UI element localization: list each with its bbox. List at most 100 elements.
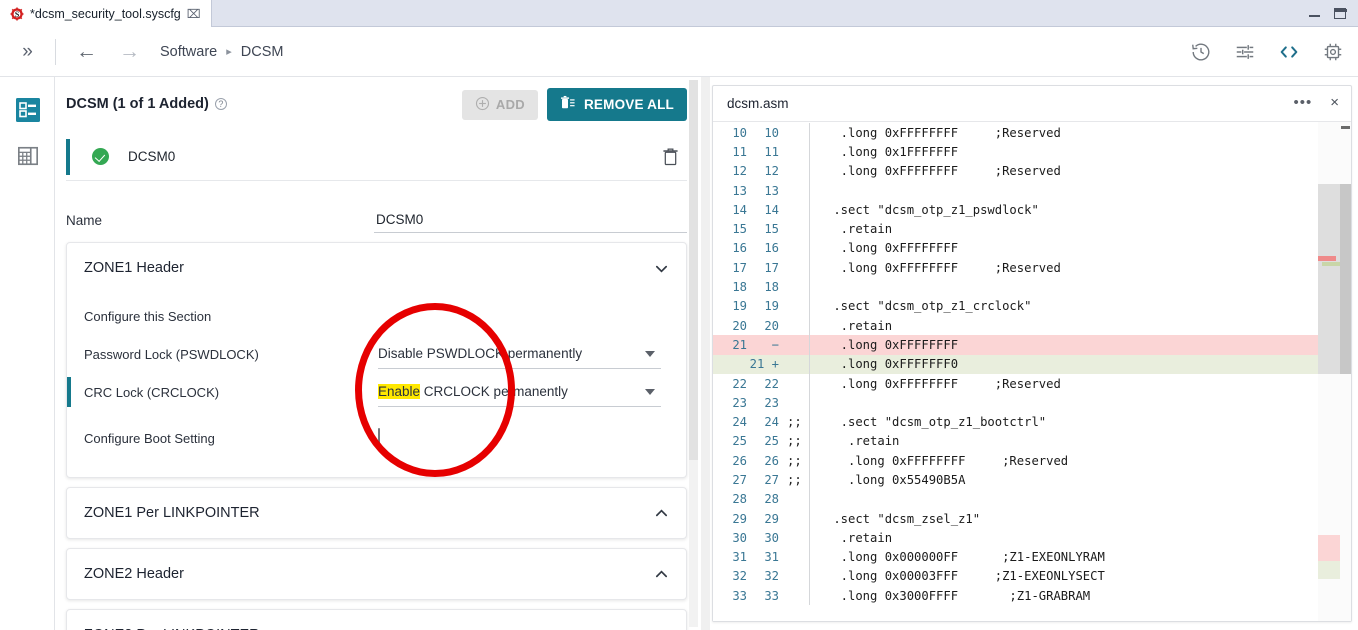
gutter-divider	[809, 180, 810, 201]
editor-header: dcsm.asm ••• ×	[713, 86, 1351, 122]
editor-tab-syscfg[interactable]: S *dcsm_security_tool.syscfg ⌧	[0, 0, 212, 27]
tab-close-icon[interactable]: ⌧	[187, 8, 201, 20]
filter-sliders-icon[interactable]	[1234, 41, 1256, 63]
crclock-value-rest: CRCLOCK permanently	[420, 384, 568, 399]
window-controls	[1309, 0, 1352, 27]
instance-row-dcsm0[interactable]: DCSM0	[66, 133, 687, 181]
code-line[interactable]: 17 17 .long 0xFFFFFFFF ;Reserved	[713, 258, 1351, 278]
editor-body: 10 10 .long 0xFFFFFFFF ;Reserved 11 11 .lon…	[713, 122, 1351, 621]
boot-setting-checkbox[interactable]	[378, 428, 380, 447]
line-number-old: 17	[732, 260, 747, 275]
code-line[interactable]: 30 30 .retain	[713, 528, 1351, 548]
accordion-zone1-header: ZONE1 Header Configure this Section Pass…	[66, 242, 687, 478]
line-number-new: 20	[764, 318, 779, 333]
crclock-select[interactable]: Enable CRCLOCK permanently	[378, 377, 661, 407]
maximize-button[interactable]	[1334, 8, 1347, 19]
sidebar-item-blocks-view[interactable]	[0, 89, 55, 135]
breadcrumb-item-dcsm[interactable]: DCSM	[241, 44, 284, 60]
line-number-old: 11	[732, 144, 747, 159]
line-number-old: 31	[732, 550, 747, 565]
name-input[interactable]	[374, 212, 687, 233]
chevron-up-icon[interactable]	[654, 506, 669, 521]
chevron-up-icon[interactable]	[654, 567, 669, 582]
add-button-label: ADD	[495, 97, 525, 112]
chip-settings-icon[interactable]	[1322, 41, 1344, 63]
history-icon[interactable]	[1190, 41, 1212, 63]
remove-all-button[interactable]: REMOVE ALL	[546, 88, 687, 121]
code-line[interactable]: 18 18	[713, 277, 1351, 297]
accordion-header-zone2-linkpointer[interactable]: ZONE2 Per LINKPOINTER	[67, 610, 686, 630]
breadcrumb-item-software[interactable]: Software	[160, 44, 217, 60]
accordion-header-zone1-linkpointer[interactable]: ZONE1 Per LINKPOINTER	[67, 488, 686, 538]
code-text: .long 0xFFFFFFFF	[826, 241, 959, 256]
chevron-down-icon	[645, 388, 655, 395]
trash-list-icon	[560, 95, 576, 114]
code-line[interactable]: 20 20 .retain	[713, 315, 1351, 336]
code-line[interactable]: 21 − .long 0xFFFFFFFF	[713, 335, 1351, 355]
line-number-old: 24	[732, 415, 747, 430]
help-icon[interactable]: ?	[214, 98, 227, 110]
accordion-header-zone2-header[interactable]: ZONE2 Header	[67, 549, 686, 599]
line-number-new: 11	[764, 144, 779, 159]
add-button[interactable]: ADD	[461, 89, 538, 120]
expand-menu-button[interactable]: »	[0, 27, 55, 76]
code-line[interactable]: 16 16 .long 0xFFFFFFFF	[713, 238, 1351, 259]
code-line[interactable]: 25 25;; .retain	[713, 431, 1351, 452]
line-number-old: 12	[732, 164, 747, 179]
more-options-icon[interactable]: •••	[1293, 95, 1312, 110]
pswdlock-select[interactable]: Disable PSWDLOCK permanently	[378, 339, 661, 369]
code-line[interactable]: 28 28	[713, 489, 1351, 509]
line-number-old: 15	[732, 222, 747, 237]
code-line[interactable]: 32 32 .long 0x00003FFF ;Z1-EXEONLYSECT	[713, 566, 1351, 587]
code-line[interactable]: 27 27;; .long 0x55490B5A	[713, 470, 1351, 490]
panel-splitter[interactable]	[701, 77, 710, 630]
code-line[interactable]: 31 31 .long 0x000000FF ;Z1-EXEONLYRAM	[713, 547, 1351, 567]
line-number-new: 22	[764, 376, 779, 391]
code-line[interactable]: 23 23	[713, 393, 1351, 413]
code-line[interactable]: 14 14 .sect "dcsm_otp_z1_pswdlock"	[713, 200, 1351, 220]
code-line[interactable]: 19 19 .sect "dcsm_otp_z1_crclock"	[713, 296, 1351, 316]
line-number-old: 27	[732, 472, 747, 487]
scrollbar-thumb[interactable]	[689, 80, 698, 460]
code-line[interactable]: 15 15 .retain	[713, 219, 1351, 239]
sidebar-item-table-view[interactable]	[0, 135, 55, 181]
field-row-crclock: CRC Lock (CRCLOCK) Enable CRCLOCK perman…	[67, 373, 686, 411]
line-number-new: 17	[764, 260, 779, 275]
code-text: .sect "dcsm_zsel_z1"	[826, 511, 981, 526]
code-line[interactable]: 13 13	[713, 180, 1351, 201]
accordion-zone2-header: ZONE2 Header	[66, 548, 687, 600]
accordion-header-zone1-header[interactable]: ZONE1 Header	[67, 243, 686, 293]
code-text: .long 0xFFFFFFFF ;Reserved	[826, 260, 1061, 275]
code-brackets-icon[interactable]	[1278, 41, 1300, 63]
back-button[interactable]: ←	[76, 41, 97, 62]
svg-text:S: S	[15, 9, 20, 18]
line-number-old: 14	[732, 202, 747, 217]
code-line[interactable]: 21 + .long 0xFFFFFFF0	[713, 354, 1351, 374]
code-text: .retain	[826, 434, 900, 449]
code-text: .long 0xFFFFFFFF ;Reserved	[826, 164, 1061, 179]
code-line[interactable]: 12 12 .long 0xFFFFFFFF ;Reserved	[713, 161, 1351, 181]
editor-scrollbar-thumb[interactable]	[1340, 184, 1351, 374]
instance-accent-bar	[66, 139, 70, 175]
page-title: DCSM (1 of 1 Added)	[66, 96, 209, 112]
close-icon[interactable]: ×	[1330, 94, 1339, 111]
name-field-row: Name	[56, 185, 701, 233]
code-line[interactable]: 10 10 .long 0xFFFFFFFF ;Reserved	[713, 123, 1351, 143]
minimize-button[interactable]	[1309, 10, 1320, 17]
left-rail	[0, 77, 55, 630]
code-line[interactable]: 11 11 .long 0x1FFFFFFF	[713, 142, 1351, 162]
code-line[interactable]: 22 22 .long 0xFFFFFFFF ;Reserved	[713, 373, 1351, 394]
forward-button[interactable]: →	[119, 41, 140, 62]
code-line[interactable]: 24 24;; .sect "dcsm_otp_z1_bootctrl"	[713, 412, 1351, 432]
code-line[interactable]: 26 26;; .long 0xFFFFFFFF ;Reserved	[713, 451, 1351, 471]
chevron-down-icon[interactable]	[654, 261, 669, 276]
line-number-new: 14	[764, 202, 779, 217]
code-line[interactable]: 29 29 .sect "dcsm_zsel_z1"	[713, 508, 1351, 529]
editor-minimap[interactable]	[1318, 122, 1340, 621]
config-panel-scrollbar[interactable]	[689, 80, 698, 627]
diff-code-area[interactable]: 10 10 .long 0xFFFFFFFF ;Reserved 11 11 .lon…	[713, 122, 1351, 621]
delete-instance-icon[interactable]	[662, 147, 679, 171]
config-panel: DCSM (1 of 1 Added) ? ADD REMOVE ALL DCS…	[56, 77, 701, 630]
editor-scrollbar[interactable]	[1340, 122, 1351, 621]
code-line[interactable]: 33 33 .long 0x3000FFFF ;Z1-GRABRAM	[713, 586, 1351, 606]
